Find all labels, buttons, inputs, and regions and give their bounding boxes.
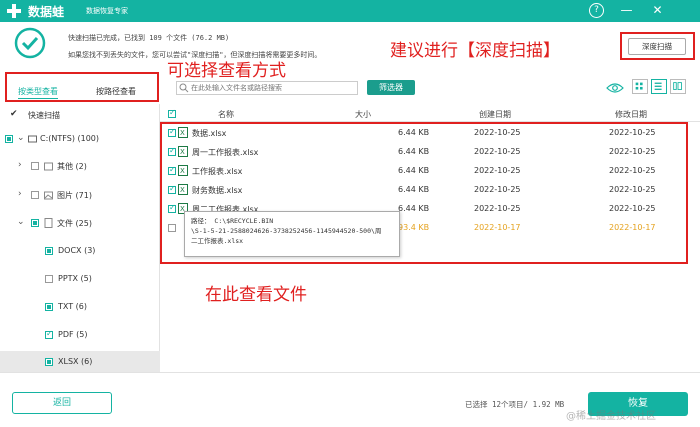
tree-quick-scan[interactable]: ✔ 快速扫描 xyxy=(0,104,160,126)
checkbox[interactable] xyxy=(31,219,39,227)
chevron-right-icon[interactable]: › xyxy=(18,160,22,170)
check-circle-icon xyxy=(14,27,46,59)
tree-drive[interactable]: ⌄ C:(NTFS) (100) xyxy=(0,128,160,150)
annotation-view-files: 在此查看文件 xyxy=(205,285,307,305)
tab-by-type[interactable]: 按类型查看 xyxy=(18,86,58,99)
grid-view-icon[interactable] xyxy=(632,79,648,94)
tree-others[interactable]: › 其他 (2) xyxy=(0,155,160,177)
check-mark-icon: ✔ xyxy=(10,109,18,119)
detail-view-icon[interactable] xyxy=(670,79,686,94)
annotation-box-file-list xyxy=(160,122,688,264)
tree-images[interactable]: › 图片 (71) xyxy=(0,184,160,206)
tree-documents[interactable]: ⌄ 文件 (25) xyxy=(0,212,160,234)
tree-label: 文件 (25) xyxy=(57,219,92,228)
table-header: 名称 大小 创建日期 修改日期 xyxy=(160,106,700,122)
close-icon[interactable]: ✕ xyxy=(650,3,665,18)
eye-icon[interactable] xyxy=(606,82,624,94)
drive-icon xyxy=(28,135,37,143)
logo-icon xyxy=(7,4,21,18)
image-icon xyxy=(44,191,53,200)
search-icon[interactable] xyxy=(179,83,189,93)
deep-scan-button[interactable]: 深度扫描 xyxy=(628,38,686,55)
tree-label: PDF (5) xyxy=(58,330,88,339)
tree-label: 图片 (71) xyxy=(57,191,92,200)
tree-docx[interactable]: DOCX (3) xyxy=(0,240,160,262)
checkbox[interactable] xyxy=(45,303,53,311)
filter-button[interactable]: 筛选器 xyxy=(367,80,415,95)
checkbox[interactable] xyxy=(45,275,53,283)
column-modified[interactable]: 修改日期 xyxy=(615,109,647,120)
tree-xlsx[interactable]: XLSX (6) xyxy=(0,351,160,373)
tree-label: 快速扫描 xyxy=(28,111,60,120)
tree-txt[interactable]: TXT (6) xyxy=(0,296,160,318)
checkbox[interactable] xyxy=(31,191,39,199)
divider xyxy=(0,372,700,373)
checkbox[interactable] xyxy=(5,135,13,143)
chevron-down-icon[interactable]: ⌄ xyxy=(17,217,25,227)
column-created[interactable]: 创建日期 xyxy=(479,109,511,120)
column-name[interactable]: 名称 xyxy=(218,109,234,120)
search-box xyxy=(176,81,358,95)
selection-summary: 已选择 12个项目/ 1.92 MB xyxy=(465,400,565,409)
column-size[interactable]: 大小 xyxy=(355,109,371,120)
checkbox[interactable] xyxy=(45,329,53,339)
tab-by-path[interactable]: 按路径查看 xyxy=(96,86,136,97)
tree-pptx[interactable]: PPTX (5) xyxy=(0,268,160,290)
chevron-right-icon[interactable]: › xyxy=(18,189,22,199)
chevron-down-icon[interactable]: ⌄ xyxy=(17,133,25,143)
tree-label: DOCX (3) xyxy=(58,246,96,255)
tree-label: 其他 (2) xyxy=(57,162,87,171)
minimize-icon[interactable]: — xyxy=(619,3,634,18)
tree-pdf[interactable]: PDF (5) xyxy=(0,324,160,346)
checkbox[interactable] xyxy=(45,247,53,255)
folder-icon xyxy=(44,162,53,171)
tree-label: XLSX (6) xyxy=(58,357,93,366)
document-icon xyxy=(44,218,53,228)
checkbox[interactable] xyxy=(45,358,53,366)
help-icon[interactable]: ? xyxy=(589,3,604,18)
annotation-deep-scan: 建议进行【深度扫描】 xyxy=(390,41,560,61)
list-view-icon[interactable] xyxy=(651,79,667,94)
watermark: @稀土掘金技术社区 xyxy=(566,411,656,422)
search-input[interactable] xyxy=(191,82,356,94)
tree-label: PPTX (5) xyxy=(58,274,92,283)
checkbox[interactable] xyxy=(31,162,39,170)
tree-label: TXT (6) xyxy=(58,302,87,311)
tree-label: C:(NTFS) (100) xyxy=(40,134,99,143)
back-button[interactable]: 返回 xyxy=(12,392,112,414)
category-tree: ✔ 快速扫描 ⌄ C:(NTFS) (100) › 其他 (2) › 图片 (7… xyxy=(0,104,160,373)
title-bar: 数据蛙 数据恢复专家 ? — ✕ xyxy=(0,0,700,22)
app-name: 数据蛙 xyxy=(28,5,65,19)
scan-status: 快速扫描已完成，已找到 109 个文件 (76.2 MB) xyxy=(68,34,230,42)
annotation-view-mode: 可选择查看方式 xyxy=(167,61,286,81)
app-subtitle: 数据恢复专家 xyxy=(86,7,128,15)
